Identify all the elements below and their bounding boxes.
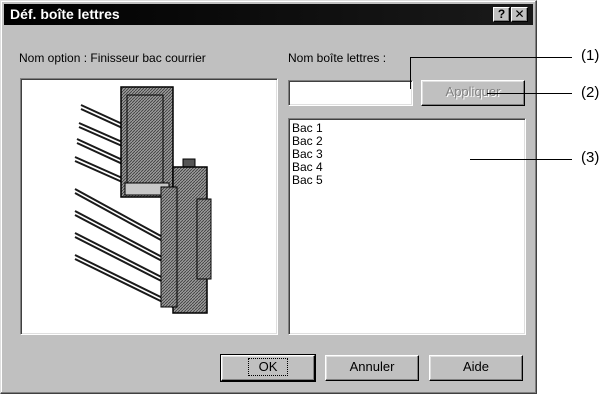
mailbox-settings-dialog: Déf. boîte lettres ? ✕ Nom option : Fini… <box>0 0 537 394</box>
help-button[interactable]: Aide <box>429 355 523 381</box>
window-title: Déf. boîte lettres <box>10 6 120 22</box>
callout-1-leader <box>410 57 572 58</box>
list-item[interactable]: Bac 4 <box>289 161 525 174</box>
mail-tray-finisher-illustration <box>74 86 212 314</box>
list-item[interactable]: Bac 2 <box>289 135 525 148</box>
mailbox-name-label: Nom boîte lettres : <box>288 51 387 65</box>
callout-2-leader <box>487 93 572 94</box>
mailbox-name-input-frame <box>288 80 414 106</box>
mailbox-name-input[interactable] <box>292 83 414 105</box>
help-icon[interactable]: ? <box>493 7 510 22</box>
mailbox-list[interactable]: Bac 1 Bac 2 Bac 3 Bac 4 Bac 5 <box>288 118 526 335</box>
callout-1-leader-vertical <box>410 57 411 89</box>
option-name-label: Nom option : Finisseur bac courrier <box>19 51 206 65</box>
close-icon[interactable]: ✕ <box>511 7 528 22</box>
finisher-preview-image <box>20 78 278 335</box>
list-item[interactable]: Bac 1 <box>289 122 525 135</box>
callout-2-label: (2) <box>581 84 600 101</box>
callout-3-label: (3) <box>581 149 600 166</box>
callout-1-label: (1) <box>581 47 600 64</box>
ok-label: OK <box>247 358 289 376</box>
title-bar[interactable]: Déf. boîte lettres ? ✕ <box>4 4 533 25</box>
list-item[interactable]: Bac 5 <box>289 174 525 187</box>
cancel-button[interactable]: Annuler <box>325 355 419 381</box>
callout-3-leader <box>470 159 572 160</box>
ok-button[interactable]: OK <box>220 354 316 382</box>
